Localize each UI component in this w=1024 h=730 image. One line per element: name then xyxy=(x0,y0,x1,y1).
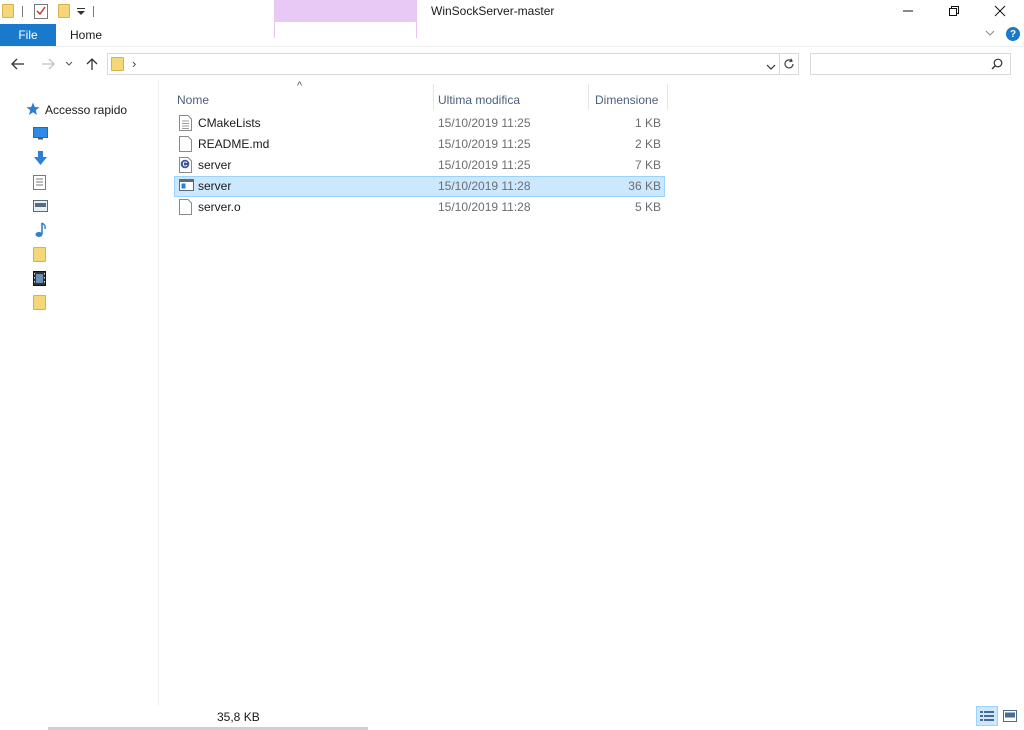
file-modified: 15/10/2019 11:25 xyxy=(438,137,531,151)
file-name: README.md xyxy=(198,137,270,151)
separator xyxy=(93,6,94,17)
properties-icon[interactable] xyxy=(34,3,48,22)
ribbon: File Home ? xyxy=(0,24,1024,46)
column-header-name[interactable]: Nome xyxy=(177,88,209,112)
navigation-row: › xyxy=(0,50,1024,78)
restore-button[interactable] xyxy=(931,0,977,22)
quick-access-label[interactable]: Accesso rapido xyxy=(45,103,127,117)
ribbon-divider xyxy=(0,46,1024,47)
tab-home[interactable]: Home xyxy=(70,28,102,42)
file-modified: 15/10/2019 11:25 xyxy=(438,158,531,172)
file-name: server xyxy=(198,158,232,172)
blank-file-icon xyxy=(179,136,193,153)
title-bar: WinSockServer-master xyxy=(0,0,1024,24)
contextual-tab[interactable] xyxy=(274,0,417,22)
file-name: CMakeLists xyxy=(198,116,261,130)
recent-locations-dropdown[interactable] xyxy=(62,54,76,74)
tab-file[interactable]: File xyxy=(0,24,56,46)
back-button[interactable] xyxy=(8,54,28,74)
details-view-button[interactable] xyxy=(976,706,998,726)
file-row-selected[interactable]: server 15/10/2019 11:28 36 KB xyxy=(174,176,665,197)
music-icon[interactable] xyxy=(33,222,48,237)
file-modified: 15/10/2019 11:28 xyxy=(438,179,531,193)
column-divider[interactable] xyxy=(667,84,668,110)
large-icons-view-button[interactable] xyxy=(999,706,1021,726)
forward-button[interactable] xyxy=(38,54,58,74)
search-icon[interactable] xyxy=(991,58,1003,73)
videos-icon[interactable] xyxy=(33,271,48,286)
file-size: 5 KB xyxy=(634,200,661,214)
navigation-pane: Accesso rapido xyxy=(0,80,158,706)
pictures-icon[interactable] xyxy=(33,200,48,215)
blank-file-icon xyxy=(179,199,193,216)
svg-text:C: C xyxy=(182,162,187,169)
folder-icon[interactable] xyxy=(33,247,46,262)
close-button[interactable] xyxy=(977,0,1023,22)
column-header-size[interactable]: Dimensione xyxy=(595,88,658,112)
file-modified: 15/10/2019 11:28 xyxy=(438,200,531,214)
up-button[interactable] xyxy=(82,54,102,74)
file-size: 2 KB xyxy=(634,137,661,151)
help-icon[interactable]: ? xyxy=(1006,27,1020,41)
file-size: 36 KB xyxy=(628,179,661,193)
folder-icon xyxy=(111,57,124,71)
column-header-modified[interactable]: Ultima modifica xyxy=(438,88,520,112)
desktop-icon[interactable] xyxy=(33,127,48,142)
folder-icon[interactable] xyxy=(33,295,46,310)
executable-file-icon xyxy=(179,178,194,195)
window-title: WinSockServer-master xyxy=(431,4,555,18)
expand-ribbon-icon[interactable] xyxy=(984,27,996,41)
address-dropdown-icon[interactable] xyxy=(766,60,776,74)
file-row[interactable]: C server 15/10/2019 11:25 7 KB xyxy=(174,155,665,176)
minimize-button[interactable] xyxy=(885,0,931,22)
file-modified: 15/10/2019 11:25 xyxy=(438,116,531,130)
column-divider[interactable] xyxy=(588,84,589,110)
breadcrumb-separator[interactable]: › xyxy=(132,56,136,71)
column-divider[interactable] xyxy=(433,84,434,110)
file-name: server xyxy=(198,179,232,193)
star-icon xyxy=(26,102,40,119)
status-selection-size: 35,8 KB xyxy=(217,710,260,724)
file-row[interactable]: server.o 15/10/2019 11:28 5 KB xyxy=(174,197,665,218)
file-size: 1 KB xyxy=(634,116,661,130)
documents-icon[interactable] xyxy=(33,175,48,190)
customize-toolbar-icon[interactable] xyxy=(76,6,86,20)
downloads-icon[interactable] xyxy=(33,151,48,166)
file-name: server.o xyxy=(198,200,241,214)
c-source-file-icon: C xyxy=(179,157,193,174)
pane-divider[interactable] xyxy=(158,80,159,706)
search-box[interactable] xyxy=(810,53,1011,75)
separator xyxy=(22,6,23,17)
new-folder-icon[interactable] xyxy=(58,4,70,18)
file-list: ^ Nome Ultima modifica Dimensione CMakeL… xyxy=(160,80,1024,706)
file-row[interactable]: CMakeLists 15/10/2019 11:25 1 KB xyxy=(174,113,665,134)
file-size: 7 KB xyxy=(634,158,661,172)
text-file-icon xyxy=(179,115,193,132)
refresh-button[interactable] xyxy=(780,53,799,75)
sort-ascending-icon: ^ xyxy=(297,80,303,92)
folder-icon xyxy=(2,4,14,18)
search-input[interactable] xyxy=(817,54,987,74)
file-row[interactable]: README.md 15/10/2019 11:25 2 KB xyxy=(174,134,665,155)
address-bar[interactable]: › xyxy=(107,53,780,75)
